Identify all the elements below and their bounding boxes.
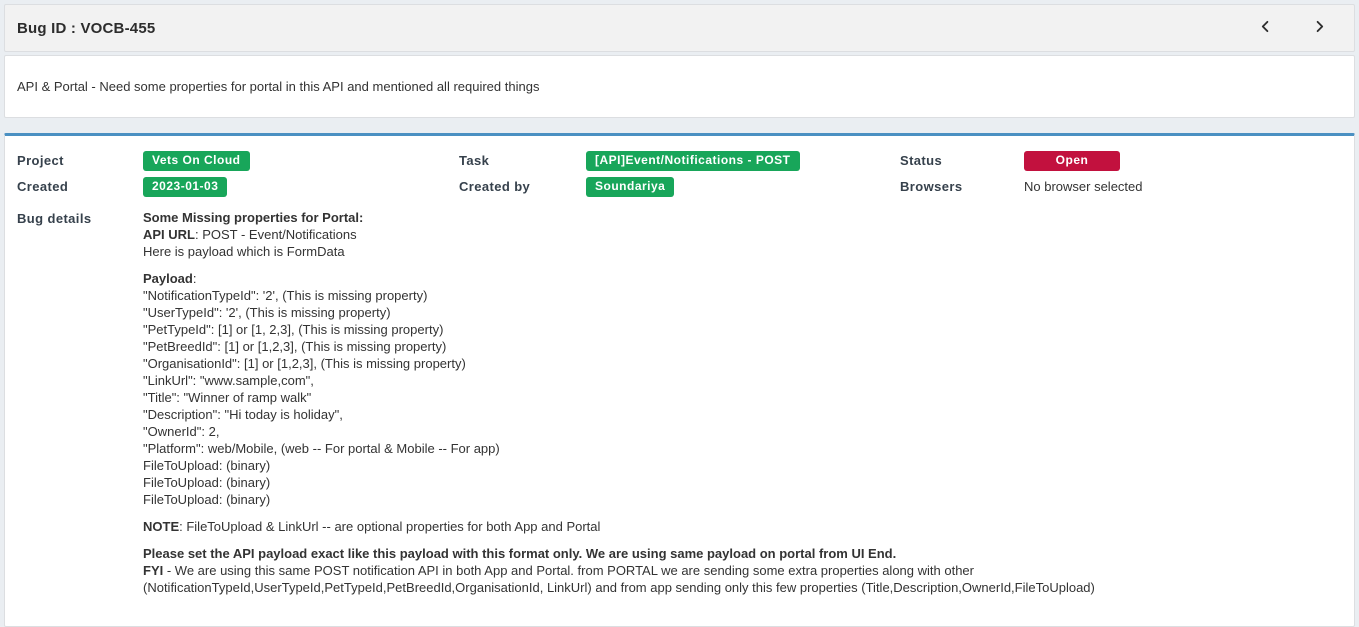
instruction-text: Please set the API payload exact like th… xyxy=(143,546,896,561)
created-cell: 2023-01-03 xyxy=(143,177,459,197)
payload-label: Payload xyxy=(143,271,193,286)
payload-line: FileToUpload: (binary) xyxy=(143,457,1322,474)
chevron-left-icon xyxy=(1259,19,1272,37)
bug-pagination xyxy=(1255,17,1330,39)
created-date-badge: 2023-01-03 xyxy=(143,177,227,197)
payload-line: "Platform": web/Mobile, (web -- For port… xyxy=(143,440,1322,457)
payload-line: "NotificationTypeId": '2', (This is miss… xyxy=(143,287,1322,304)
note-text: : FileToUpload & LinkUrl -- are optional… xyxy=(179,519,600,534)
payload-line: "Title": "Winner of ramp walk" xyxy=(143,389,1322,406)
note-paragraph: NOTE: FileToUpload & LinkUrl -- are opti… xyxy=(143,518,1322,535)
bug-details-label: Bug details xyxy=(17,209,143,226)
bug-details-card: Project Vets On Cloud Task [API]Event/No… xyxy=(4,133,1355,627)
status-cell: Open xyxy=(1024,151,1342,171)
payload-line: FileToUpload: (binary) xyxy=(143,491,1322,508)
bug-header-bar: Bug ID : VOCB-455 xyxy=(4,4,1355,52)
payload-line: "UserTypeId": '2', (This is missing prop… xyxy=(143,304,1322,321)
bug-summary-text: API & Portal - Need some properties for … xyxy=(17,79,539,94)
note-label: NOTE xyxy=(143,519,179,534)
created-by-label: Created by xyxy=(459,177,586,194)
page-title: Bug ID : VOCB-455 xyxy=(17,20,155,37)
task-cell: [API]Event/Notifications - POST xyxy=(586,151,900,171)
fyi-label: FYI xyxy=(143,563,163,578)
formdata-note: Here is payload which is FormData xyxy=(143,243,1322,260)
created-label: Created xyxy=(17,177,143,194)
payload-line: "OrganisationId": [1] or [1,2,3], (This … xyxy=(143,355,1322,372)
payload-colon: : xyxy=(193,271,197,286)
task-badge: [API]Event/Notifications - POST xyxy=(586,151,800,171)
meta-grid: Project Vets On Cloud Task [API]Event/No… xyxy=(17,151,1342,596)
task-label: Task xyxy=(459,151,586,168)
status-badge: Open xyxy=(1024,151,1120,171)
project-label: Project xyxy=(17,151,143,168)
instruction-paragraph: Please set the API payload exact like th… xyxy=(143,545,1322,596)
payload-paragraph: Payload: "NotificationTypeId": '2', (Thi… xyxy=(143,270,1322,508)
browsers-value: No browser selected xyxy=(1024,177,1342,194)
payload-line: "OwnerId": 2, xyxy=(143,423,1322,440)
details-intro-paragraph: Some Missing properties for Portal: API … xyxy=(143,209,1322,260)
browsers-label: Browsers xyxy=(900,177,1024,194)
bug-details-text: Some Missing properties for Portal: API … xyxy=(143,209,1342,596)
created-by-cell: Soundariya xyxy=(586,177,900,197)
created-by-badge: Soundariya xyxy=(586,177,674,197)
payload-line: "PetBreedId": [1] or [1,2,3], (This is m… xyxy=(143,338,1322,355)
api-url-label: API URL xyxy=(143,227,195,242)
payload-line: "LinkUrl": "www.sample,com", xyxy=(143,372,1322,389)
next-bug-button[interactable] xyxy=(1309,17,1330,39)
project-badge: Vets On Cloud xyxy=(143,151,250,171)
payload-line: FileToUpload: (binary) xyxy=(143,474,1322,491)
payload-line: "PetTypeId": [1] or [1, 2,3], (This is m… xyxy=(143,321,1322,338)
fyi-text: - We are using this same POST notificati… xyxy=(143,563,1095,595)
prev-bug-button[interactable] xyxy=(1255,17,1276,39)
page: Bug ID : VOCB-455 API & Portal - Need so… xyxy=(0,0,1359,627)
payload-line: "Description": "Hi today is holiday", xyxy=(143,406,1322,423)
missing-props-heading: Some Missing properties for Portal: xyxy=(143,210,363,225)
bug-summary-card: API & Portal - Need some properties for … xyxy=(4,55,1355,118)
api-url-value: : POST - Event/Notifications xyxy=(195,227,357,242)
chevron-right-icon xyxy=(1313,19,1326,37)
status-label: Status xyxy=(900,151,1024,168)
project-cell: Vets On Cloud xyxy=(143,151,459,171)
